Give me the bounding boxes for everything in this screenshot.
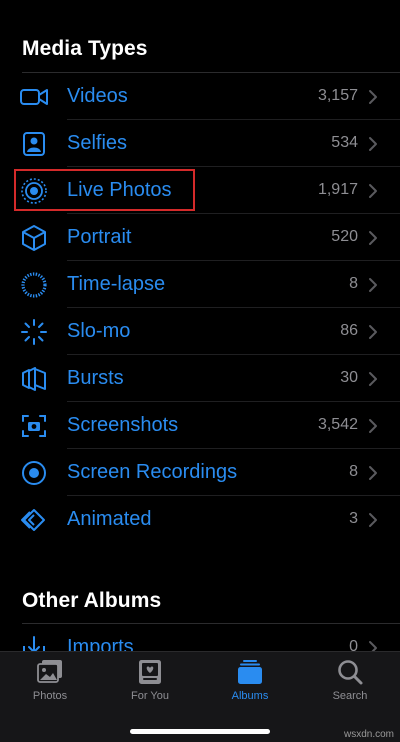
album-count: 30	[340, 369, 358, 386]
portrait-cube-icon	[22, 225, 46, 251]
album-row-portrait[interactable]: Portrait 520	[0, 214, 400, 261]
media-types-heading: Media Types	[22, 37, 148, 60]
tab-label: Photos	[32, 690, 68, 702]
album-label: Videos	[67, 85, 128, 107]
photos-icon	[37, 660, 62, 683]
chevron-right-icon	[369, 278, 377, 292]
bursts-icon	[22, 367, 46, 391]
album-row-slo-mo[interactable]: Slo-mo 86	[0, 308, 400, 355]
selfie-icon	[23, 132, 45, 156]
chevron-right-icon	[369, 466, 377, 480]
chevron-right-icon	[369, 325, 377, 339]
chevron-right-icon	[369, 137, 377, 151]
album-row-screenshots[interactable]: Screenshots 3,542	[0, 402, 400, 449]
album-label: Slo-mo	[67, 320, 131, 342]
album-count: 3,542	[317, 416, 358, 433]
album-row-animated[interactable]: Animated 3	[0, 496, 400, 543]
tab-for-you[interactable]: For You	[100, 652, 200, 712]
search-icon	[338, 660, 363, 685]
screen-recording-icon	[22, 461, 46, 485]
album-label: Screenshots	[67, 414, 179, 436]
chevron-right-icon	[369, 419, 377, 433]
live-photos-highlight-box	[14, 169, 195, 211]
tab-label: For You	[131, 690, 169, 702]
other-albums-heading: Other Albums	[22, 589, 162, 612]
albums-screen: Media Types Videos 3,157 Selfies 534 Liv…	[0, 0, 400, 742]
home-indicator[interactable]	[130, 729, 270, 734]
tab-search[interactable]: Search	[300, 652, 400, 712]
albums-icon	[238, 660, 262, 684]
album-row-bursts[interactable]: Bursts 30	[0, 355, 400, 402]
album-row-videos[interactable]: Videos 3,157	[0, 73, 400, 120]
chevron-right-icon	[369, 231, 377, 245]
tab-label: Albums	[231, 690, 269, 702]
chevron-right-icon	[369, 513, 377, 527]
album-label: Screen Recordings	[67, 461, 238, 483]
timelapse-icon	[21, 272, 47, 298]
screenshot-icon	[22, 415, 46, 437]
album-label: Selfies	[67, 132, 128, 154]
album-label: Time-lapse	[67, 273, 166, 295]
album-count: 520	[331, 228, 358, 245]
album-count: 86	[340, 322, 358, 339]
tab-label: Search	[332, 690, 368, 702]
slomo-icon	[21, 319, 47, 345]
album-count: 3,157	[317, 87, 358, 104]
album-count: 8	[349, 463, 358, 480]
tab-bar: Photos For You Albums Search	[0, 651, 400, 742]
album-count: 8	[349, 275, 358, 292]
album-count: 3	[349, 510, 358, 527]
chevron-right-icon	[369, 184, 377, 198]
album-row-time-lapse[interactable]: Time-lapse 8	[0, 261, 400, 308]
album-count: 534	[331, 134, 358, 151]
chevron-right-icon	[369, 90, 377, 104]
album-row-selfies[interactable]: Selfies 534	[0, 120, 400, 167]
album-label: Portrait	[67, 226, 132, 248]
album-label: Bursts	[67, 367, 124, 389]
for-you-icon	[139, 660, 161, 684]
album-label: Animated	[67, 508, 152, 530]
animated-icon	[21, 509, 45, 531]
chevron-right-icon	[369, 372, 377, 386]
tab-photos[interactable]: Photos	[0, 652, 100, 712]
watermark: wsxdn.com	[343, 729, 394, 740]
tab-albums[interactable]: Albums	[200, 652, 300, 712]
album-row-screen-recordings[interactable]: Screen Recordings 8	[0, 449, 400, 496]
album-count: 1,917	[317, 181, 358, 198]
video-camera-icon	[20, 89, 48, 105]
